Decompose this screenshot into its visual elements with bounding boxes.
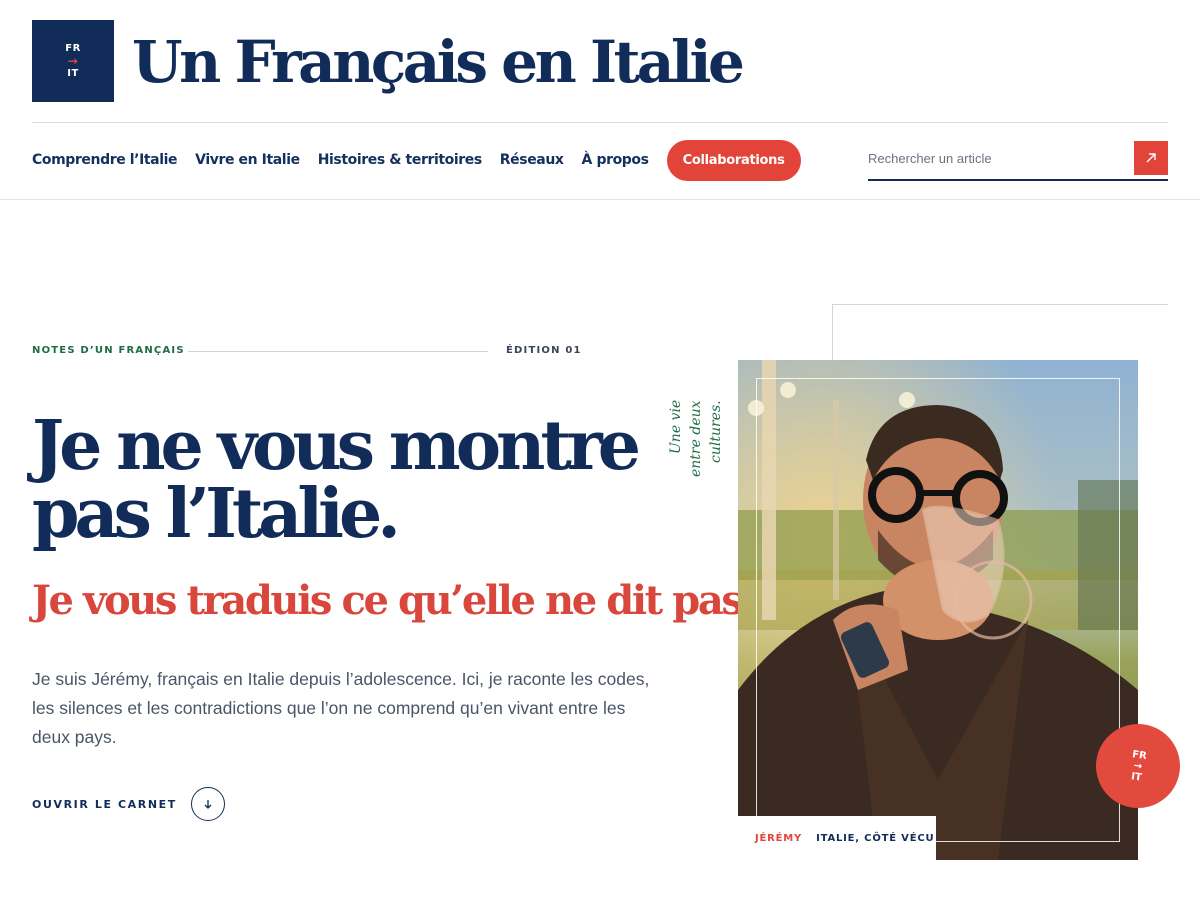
nav-item-reseaux[interactable]: Réseaux: [500, 152, 564, 168]
arrow-up-right-icon: [1146, 153, 1156, 163]
author-photo-illustration: [738, 360, 1138, 860]
search-bar: [868, 140, 1168, 181]
logo-arrow: →: [67, 54, 79, 68]
edition-label: ÉDITION 01: [506, 345, 582, 356]
arrow-down-glyph: [204, 800, 212, 809]
nav-item-a-propos[interactable]: À propos: [582, 152, 649, 168]
vertical-quote: Une vie entre deux cultures.: [668, 400, 724, 477]
eyebrow-section-label: NOTES D’UN FRANÇAIS: [32, 345, 185, 356]
logo-it: IT: [67, 68, 79, 79]
hero-subheadline: Je vous traduis ce qu’elle ne dit pas.: [32, 577, 755, 624]
nav-item-vivre[interactable]: Vivre en Italie: [195, 152, 300, 168]
caption-name: JÉRÉMY: [755, 832, 803, 844]
header-bottom-divider: [0, 199, 1200, 200]
author-photo: [738, 360, 1138, 860]
main-nav: Comprendre l’Italie Vivre en Italie Hist…: [32, 139, 801, 181]
site-title[interactable]: Un Français en Italie: [132, 26, 745, 98]
hero-intro: Je suis Jérémy, français en Italie depui…: [32, 669, 650, 747]
eyebrow-divider: [188, 351, 488, 352]
collaborations-button[interactable]: Collaborations: [666, 139, 801, 181]
badge-it: IT: [1130, 770, 1143, 784]
search-input[interactable]: [868, 148, 1118, 168]
photo-caption: JÉRÉMY ITALIE, CÔTÉ VÉCU: [738, 816, 936, 860]
caption-place: ITALIE, CÔTÉ VÉCU: [816, 832, 935, 844]
search-submit-button[interactable]: [1134, 141, 1168, 175]
arrow-down-icon[interactable]: [190, 787, 225, 821]
decorative-frame: [832, 304, 1168, 364]
header-divider: [32, 122, 1168, 123]
cta-label: OUVRIR LE CARNET: [32, 797, 177, 811]
nav-item-comprendre[interactable]: Comprendre l’Italie: [32, 152, 178, 168]
site-logo[interactable]: FR → IT: [32, 20, 114, 102]
nav-item-histoires[interactable]: Histoires & territoires: [318, 152, 482, 168]
open-notebook-link[interactable]: OUVRIR LE CARNET: [32, 786, 225, 822]
hero-headline: Je ne vous montre pas l’Italie.: [32, 406, 641, 554]
